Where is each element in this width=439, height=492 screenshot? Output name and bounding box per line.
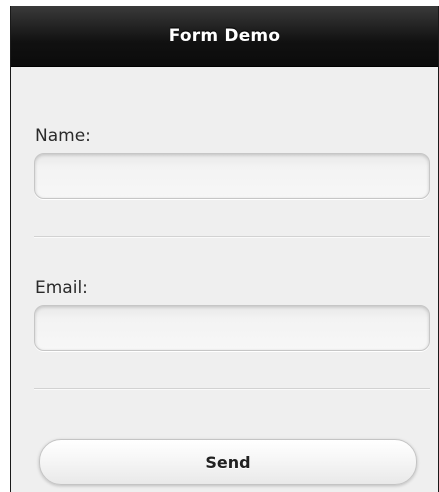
app-window: Form Demo Name: Email: Send	[10, 6, 439, 492]
name-label: Name:	[35, 126, 91, 146]
page-title: Form Demo	[168, 26, 281, 46]
form-content: Name: Email: Send	[11, 67, 438, 492]
name-input[interactable]	[34, 153, 430, 199]
divider	[34, 236, 430, 238]
send-button[interactable]: Send	[39, 439, 417, 485]
header-bar: Form Demo	[11, 6, 438, 67]
email-label: Email:	[35, 278, 88, 298]
divider	[34, 388, 430, 390]
email-input[interactable]	[34, 305, 430, 351]
